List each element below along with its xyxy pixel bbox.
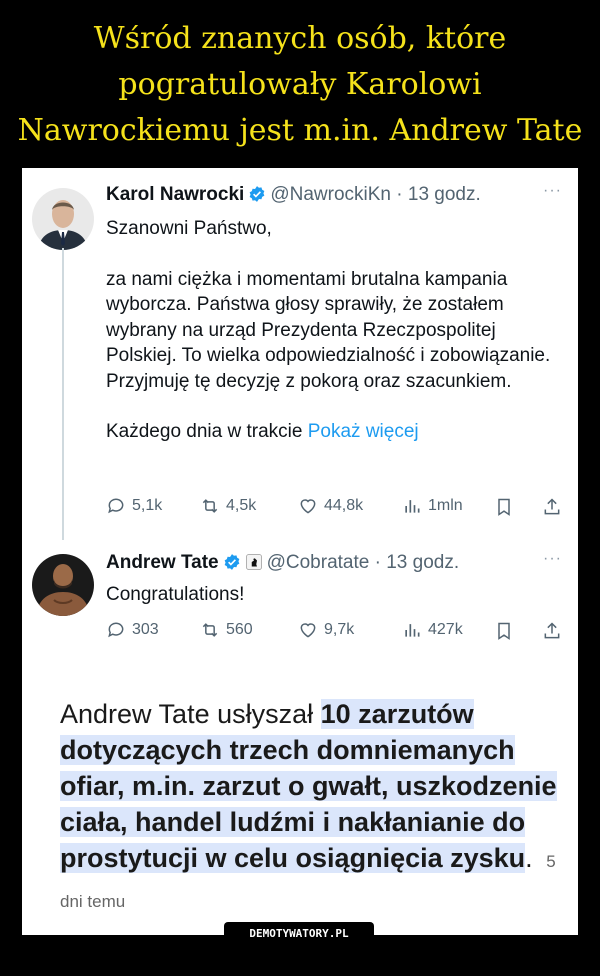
snippet-tail: . <box>525 843 533 873</box>
tweet-paragraph: za nami ciężka i momentami brutalna kamp… <box>106 268 551 392</box>
verified-badge-icon <box>224 554 239 570</box>
headline-line-1: Wśród znanych osób, które <box>93 21 507 56</box>
tweet-header: Andrew Tate @Cobratate · 13 godz. ··· <box>106 550 576 580</box>
like-icon <box>300 623 316 638</box>
author-name[interactable]: Karol Nawrocki <box>106 184 244 205</box>
like-icon <box>300 499 316 514</box>
tweet-time: · 13 godz. <box>374 552 460 573</box>
reply-icon <box>108 498 124 514</box>
content-card: Karol Nawrocki @NawrockiKn · 13 godz. ···… <box>22 168 578 935</box>
repost-count: 560 <box>226 621 253 638</box>
affiliate-badge-icon <box>245 554 262 570</box>
views-icon <box>405 500 420 513</box>
tweet-paragraph-last: Każdego dnia w trakcie Pokaż więcej <box>106 419 566 445</box>
share-icon[interactable] <box>542 621 562 641</box>
views-icon <box>405 624 420 637</box>
author-name[interactable]: Andrew Tate <box>106 552 219 573</box>
like-button[interactable]: 9,7k <box>298 620 354 640</box>
views-button[interactable]: 427k <box>402 620 463 640</box>
share-icon[interactable] <box>542 497 562 517</box>
verified-badge-icon <box>249 186 265 202</box>
like-count: 9,7k <box>324 621 355 638</box>
more-options-icon[interactable]: ··· <box>543 182 562 200</box>
avatar-tate[interactable] <box>32 554 94 616</box>
reply-count: 303 <box>132 621 159 638</box>
views-count: 1mln <box>428 497 463 514</box>
headline-line-3: Nawrockiemu jest m.in. Andrew Tate <box>17 113 583 148</box>
tweet-paragraph-text: Każdego dnia w trakcie <box>106 421 303 442</box>
like-count: 44,8k <box>324 497 364 514</box>
tweet-actions: 5,1k 4,5k 44,8k 1mln <box>106 496 566 522</box>
headline-line-2: pogratulowały Karolowi <box>118 67 482 102</box>
views-button[interactable]: 1mln <box>402 496 463 516</box>
tweet-body: Congratulations! <box>106 582 566 608</box>
reply-button[interactable]: 303 <box>106 620 159 640</box>
repost-button[interactable]: 4,5k <box>200 496 256 516</box>
site-watermark: DEMOTYWATORY.PL <box>224 922 374 946</box>
repost-count: 4,5k <box>226 497 257 514</box>
tweet-paragraph: Szanowni Państwo, <box>106 218 272 239</box>
author-handle[interactable]: @Cobratate <box>267 552 370 573</box>
headline: Wśród znanych osób, które pogratulowały … <box>0 16 600 154</box>
tweet-time: · 13 godz. <box>396 184 481 205</box>
views-count: 427k <box>428 621 463 638</box>
tweet-actions: 303 560 9,7k 427k <box>106 620 566 646</box>
reply-button[interactable]: 5,1k <box>106 496 162 516</box>
author-handle[interactable]: @NawrockiKn <box>270 184 391 205</box>
repost-icon <box>202 623 218 637</box>
tweet-body: Szanowni Państwo, za nami ciężka i momen… <box>106 216 566 445</box>
repost-button[interactable]: 560 <box>200 620 253 640</box>
thread-line <box>62 248 64 540</box>
more-options-icon[interactable]: ··· <box>543 550 562 568</box>
tweet-header: Karol Nawrocki @NawrockiKn · 13 godz. ··· <box>106 182 576 212</box>
like-button[interactable]: 44,8k <box>298 496 363 516</box>
reply-icon <box>108 622 124 638</box>
repost-icon <box>202 499 218 513</box>
avatar-nawrocki[interactable] <box>32 188 94 250</box>
snippet-lead: Andrew Tate usłyszał <box>60 699 314 729</box>
tweet-paragraph: Congratulations! <box>106 584 245 605</box>
bookmark-icon[interactable] <box>494 621 514 641</box>
bookmark-icon[interactable] <box>494 497 514 517</box>
reply-count: 5,1k <box>132 497 163 514</box>
show-more-link[interactable]: Pokaż więcej <box>308 421 419 442</box>
news-snippet: Andrew Tate usłyszał 10 zarzutów dotyczą… <box>60 696 560 920</box>
